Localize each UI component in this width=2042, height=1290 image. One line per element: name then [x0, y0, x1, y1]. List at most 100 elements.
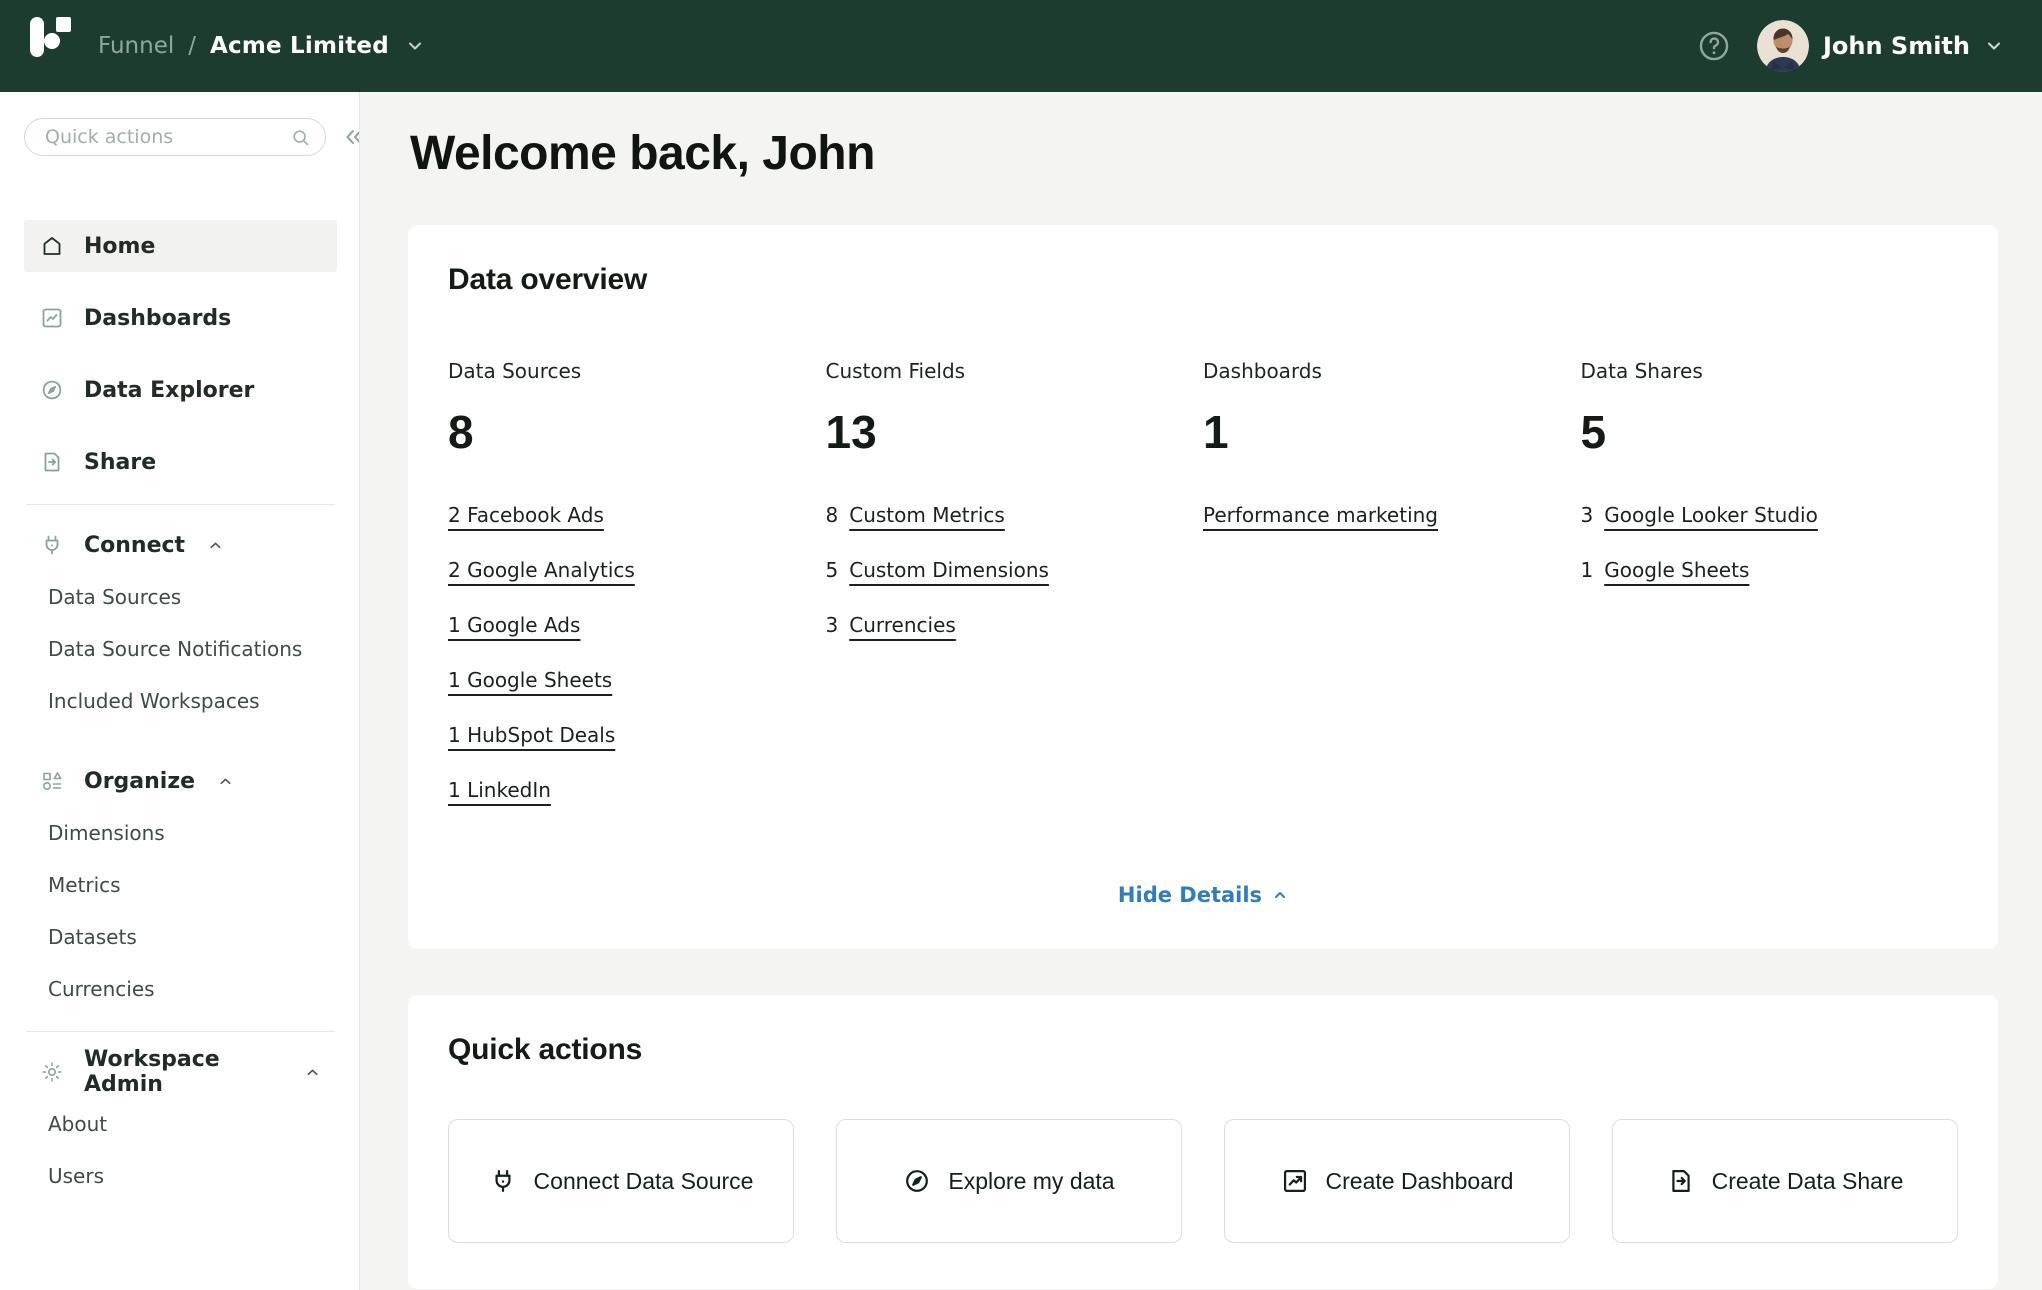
hide-details-button[interactable]: Hide Details — [448, 883, 1958, 907]
home-icon — [40, 234, 64, 258]
breadcrumb: Funnel / Acme Limited — [98, 33, 425, 59]
sidebar-section-label: Organize — [84, 769, 195, 794]
item-count: 3 — [826, 613, 839, 637]
overview-column-dashboards: Dashboards 1 Performance marketing — [1203, 359, 1581, 833]
data-source-link[interactable]: 2 Facebook Ads — [448, 503, 604, 527]
breadcrumb-app[interactable]: Funnel — [98, 33, 174, 59]
plug-icon — [489, 1167, 517, 1195]
data-source-link[interactable]: 1 LinkedIn — [448, 778, 551, 802]
chevron-down-icon[interactable] — [405, 36, 425, 56]
sidebar-item-included-workspaces[interactable]: Included Workspaces — [24, 675, 337, 727]
overview-column-data-shares: Data Shares 5 3 Google Looker Studio 1 Goo… — [1581, 359, 1959, 833]
sidebar-section-connect[interactable]: Connect — [24, 519, 337, 571]
data-source-link[interactable]: 1 Google Sheets — [448, 668, 612, 692]
list-item: Performance marketing — [1203, 503, 1581, 527]
sidebar-item-data-explorer[interactable]: Data Explorer — [24, 364, 337, 416]
data-overview-title: Data overview — [448, 263, 1958, 297]
sidebar-item-users[interactable]: Users — [24, 1150, 337, 1202]
chevron-down-icon — [1984, 36, 2004, 56]
list-item: 5Custom Dimensions — [826, 558, 1204, 582]
custom-field-link[interactable]: Custom Dimensions — [849, 558, 1049, 582]
create-dashboard-button[interactable]: Create Dashboard — [1224, 1119, 1570, 1243]
column-label: Data Sources — [448, 359, 826, 383]
custom-field-link[interactable]: Currencies — [849, 613, 956, 637]
custom-field-link[interactable]: Custom Metrics — [849, 503, 1005, 527]
list-item: 1 Google Ads — [448, 613, 826, 637]
list-item: 2 Facebook Ads — [448, 503, 826, 527]
sidebar: Home Dashboards Data Explorer Share — [0, 92, 360, 1290]
sidebar-item-dashboards[interactable]: Dashboards — [24, 292, 337, 344]
button-label: Connect Data Source — [534, 1168, 754, 1195]
quick-actions-card: Quick actions Connect Data Source Explor… — [408, 995, 1998, 1289]
plug-icon — [40, 533, 64, 557]
sidebar-item-dimensions[interactable]: Dimensions — [24, 807, 337, 859]
column-count: 8 — [448, 405, 826, 459]
chevron-up-icon — [304, 1064, 321, 1081]
sidebar-section-workspace-admin[interactable]: Workspace Admin — [24, 1046, 337, 1098]
chevron-up-icon — [207, 537, 224, 554]
sidebar-item-data-source-notifications[interactable]: Data Source Notifications — [24, 623, 337, 675]
search-icon — [290, 127, 311, 148]
breadcrumb-workspace[interactable]: Acme Limited — [210, 33, 389, 59]
main-content: Welcome back, John Data overview Data So… — [360, 92, 2042, 1290]
data-overview-card: Data overview Data Sources 8 2 Facebook … — [408, 225, 1998, 949]
sidebar-item-about[interactable]: About — [24, 1098, 337, 1150]
sidebar-item-label: Data Explorer — [84, 378, 254, 403]
dashboard-chart-icon — [40, 306, 64, 330]
compass-icon — [903, 1167, 931, 1195]
collapse-double-chevron-left-icon[interactable] — [340, 123, 360, 151]
list-item: 1 HubSpot Deals — [448, 723, 826, 747]
sidebar-item-share[interactable]: Share — [24, 436, 337, 488]
funnel-logo-icon[interactable] — [30, 17, 72, 75]
user-menu[interactable]: John Smith — [1757, 20, 2004, 72]
overview-column-custom-fields: Custom Fields 13 8 Custom Metrics 5Custom… — [826, 359, 1204, 833]
data-share-link[interactable]: Google Looker Studio — [1604, 503, 1818, 527]
column-label: Custom Fields — [826, 359, 1204, 383]
item-count: 3 — [1581, 503, 1594, 527]
connect-data-source-button[interactable]: Connect Data Source — [448, 1119, 794, 1243]
chevron-up-icon — [1272, 887, 1288, 903]
compass-icon — [40, 378, 64, 402]
sidebar-section-label: Connect — [84, 533, 185, 558]
gear-icon — [40, 1060, 64, 1084]
list-item: 2 Google Analytics — [448, 558, 826, 582]
sidebar-section-organize[interactable]: Organize — [24, 755, 337, 807]
column-label: Data Shares — [1581, 359, 1959, 383]
data-source-link[interactable]: 2 Google Analytics — [448, 558, 635, 582]
chevron-up-icon — [217, 773, 234, 790]
hide-details-label: Hide Details — [1118, 883, 1262, 907]
column-label: Dashboards — [1203, 359, 1581, 383]
data-source-link[interactable]: 1 Google Ads — [448, 613, 580, 637]
sidebar-item-currencies[interactable]: Currencies — [24, 963, 337, 1015]
list-item: 3 Google Looker Studio — [1581, 503, 1959, 527]
column-count: 13 — [826, 405, 1204, 459]
item-count: 8 — [826, 503, 839, 527]
column-count: 5 — [1581, 405, 1959, 459]
sidebar-item-label: Share — [84, 450, 156, 475]
create-data-share-button[interactable]: Create Data Share — [1612, 1119, 1958, 1243]
shapes-icon — [40, 769, 64, 793]
item-count: 1 — [1581, 558, 1594, 582]
sidebar-section-label: Workspace Admin — [84, 1047, 282, 1097]
search-input[interactable] — [43, 125, 290, 149]
document-arrow-icon — [1667, 1167, 1695, 1195]
sidebar-item-data-sources[interactable]: Data Sources — [24, 571, 337, 623]
dashboard-link[interactable]: Performance marketing — [1203, 503, 1438, 527]
sidebar-divider — [26, 504, 335, 505]
sidebar-item-metrics[interactable]: Metrics — [24, 859, 337, 911]
top-bar: Funnel / Acme Limited — [0, 0, 2042, 92]
list-item: 1 Google Sheets — [448, 668, 826, 692]
button-label: Create Data Share — [1712, 1168, 1904, 1195]
avatar — [1757, 20, 1809, 72]
column-count: 1 — [1203, 405, 1581, 459]
sidebar-item-label: Dashboards — [84, 306, 231, 331]
data-share-link[interactable]: Google Sheets — [1604, 558, 1749, 582]
quick-actions-search[interactable] — [24, 118, 326, 156]
sidebar-item-datasets[interactable]: Datasets — [24, 911, 337, 963]
explore-my-data-button[interactable]: Explore my data — [836, 1119, 1182, 1243]
button-label: Explore my data — [948, 1168, 1114, 1195]
document-arrow-icon — [40, 450, 64, 474]
sidebar-item-home[interactable]: Home — [24, 220, 337, 272]
help-circle-icon[interactable] — [1697, 29, 1731, 63]
data-source-link[interactable]: 1 HubSpot Deals — [448, 723, 615, 747]
